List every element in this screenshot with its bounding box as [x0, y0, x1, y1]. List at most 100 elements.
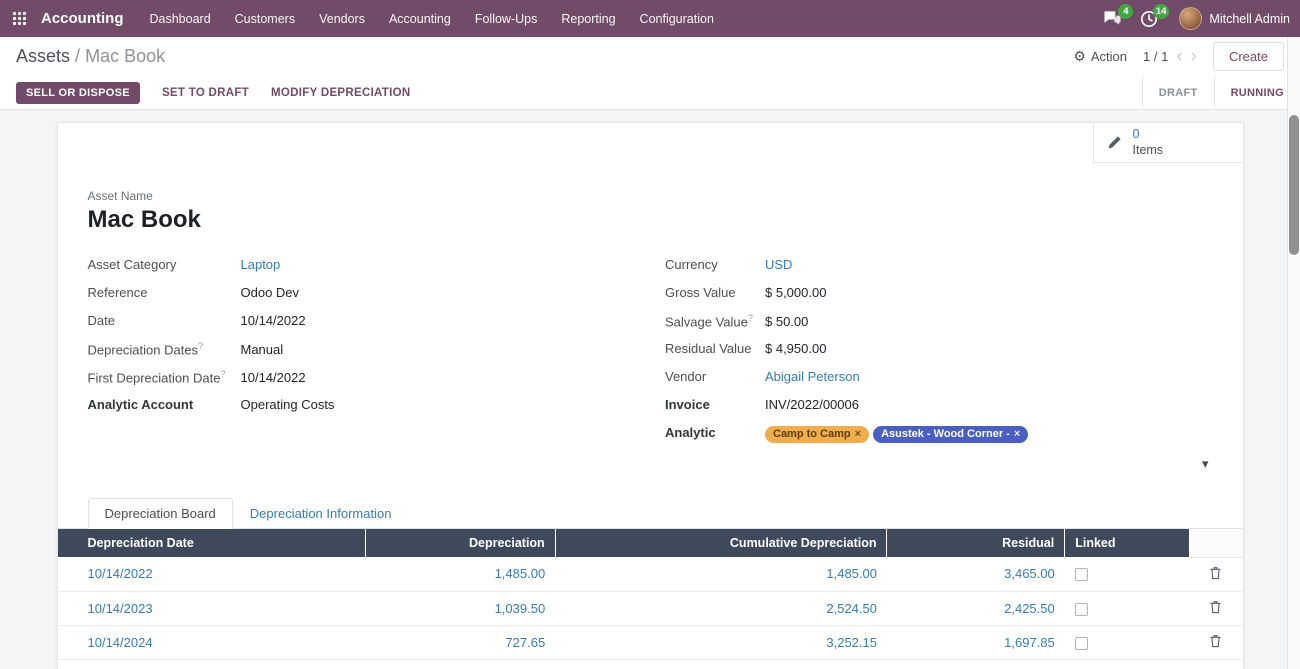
cell-cumulative[interactable]: 1,485.00 [555, 557, 887, 591]
field-first-depreciation-date: First Depreciation Date? 10/14/2022 [88, 368, 651, 396]
help-icon[interactable]: ? [748, 313, 753, 323]
depreciation-dates-label: Depreciation Dates? [88, 340, 241, 359]
button-box: 0 Items [58, 123, 1243, 163]
cell-depreciation[interactable]: 1,485.00 [366, 557, 556, 591]
tab-depreciation-information[interactable]: Depreciation Information [233, 498, 409, 529]
help-icon[interactable]: ? [198, 341, 203, 351]
create-button[interactable]: Create [1213, 42, 1284, 71]
caret-row: ▾ [58, 452, 1243, 472]
col-header-actions [1189, 529, 1242, 557]
topbar-left: Accounting Dashboard Customers Vendors A… [0, 0, 726, 37]
menu-customers[interactable]: Customers [223, 0, 307, 37]
help-icon[interactable]: ? [220, 369, 225, 379]
statusbar-states: DRAFT RUNNING [1142, 76, 1300, 109]
tab-depreciation-board[interactable]: Depreciation Board [88, 498, 233, 529]
cell-cumulative[interactable]: 2,524.50 [555, 591, 887, 625]
asset-category-value[interactable]: Laptop [241, 257, 281, 272]
set-to-draft-button[interactable]: SET TO DRAFT [162, 87, 249, 99]
field-reference: Reference Odoo Dev [88, 284, 651, 312]
cell-depreciation-date[interactable]: 10/14/2024 [58, 625, 366, 659]
invoice-label: Invoice [665, 396, 765, 414]
activities-button[interactable]: 14 [1131, 0, 1167, 37]
cell-depreciation[interactable]: 509.36 [366, 659, 556, 669]
trash-icon[interactable] [1209, 566, 1222, 580]
pencil-icon [1106, 134, 1123, 151]
pager-next-icon[interactable]: › [1191, 47, 1197, 66]
menu-follow-ups[interactable]: Follow-Ups [463, 0, 550, 37]
analytic-tag-camp-to-camp[interactable]: Camp to Camp × [765, 426, 869, 443]
date-value: 10/14/2022 [241, 313, 306, 328]
field-date: Date 10/14/2022 [88, 312, 651, 340]
user-name: Mitchell Admin [1209, 12, 1290, 26]
cell-depreciation-date[interactable]: 10/14/2022 [58, 557, 366, 591]
trash-icon[interactable] [1209, 634, 1222, 648]
content-area: 0 Items Asset Name Mac Book Asset Catego… [0, 110, 1300, 669]
table-row[interactable]: 10/14/2022 1,485.00 1,485.00 3,465.00 [58, 557, 1243, 591]
cell-cumulative[interactable]: 3,252.15 [555, 625, 887, 659]
remove-tag-icon[interactable]: × [855, 427, 861, 442]
table-row[interactable]: 10/14/2023 1,039.50 2,524.50 2,425.50 [58, 591, 1243, 625]
linked-checkbox[interactable] [1075, 603, 1088, 616]
linked-checkbox[interactable] [1075, 568, 1088, 581]
field-depreciation-dates: Depreciation Dates? Manual [88, 340, 651, 368]
col-header-cumulative-depreciation[interactable]: Cumulative Depreciation [555, 529, 887, 557]
table-row[interactable]: 10/14/2025 509.36 3,761.51 1,188.49 [58, 659, 1243, 669]
breadcrumb-separator: / [75, 46, 80, 66]
pager-prev-icon[interactable]: ‹ [1176, 47, 1182, 66]
cell-residual[interactable]: 1,697.85 [887, 625, 1065, 659]
cell-residual[interactable]: 2,425.50 [887, 591, 1065, 625]
analytic-tag-asustek[interactable]: Asustek - Wood Corner - × [873, 426, 1028, 443]
invoice-value: INV/2022/00006 [765, 397, 859, 412]
page-title: Mac Book [88, 206, 1213, 234]
cell-cumulative[interactable]: 3,761.51 [555, 659, 887, 669]
cell-residual[interactable]: 1,188.49 [887, 659, 1065, 669]
apps-menu-button[interactable] [0, 0, 39, 37]
field-currency: Currency USD [665, 256, 1213, 284]
depreciation-table: Depreciation Date Depreciation Cumulativ… [58, 529, 1243, 669]
field-residual-value: Residual Value $ 4,950.00 [665, 340, 1213, 368]
scrollbar-thumb[interactable] [1289, 115, 1299, 255]
col-header-depreciation-date[interactable]: Depreciation Date [58, 529, 366, 557]
reference-value: Odoo Dev [241, 285, 300, 300]
salvage-value-label: Salvage Value? [665, 312, 765, 331]
chevron-down-icon[interactable]: ▾ [1202, 456, 1209, 471]
trash-icon[interactable] [1209, 600, 1222, 614]
cell-residual[interactable]: 3,465.00 [887, 557, 1065, 591]
app-brand[interactable]: Accounting [39, 0, 138, 37]
col-header-linked[interactable]: Linked [1065, 529, 1189, 557]
breadcrumb-assets-link[interactable]: Assets [16, 46, 70, 66]
remove-tag-icon[interactable]: × [1014, 427, 1020, 442]
items-stat-button[interactable]: 0 Items [1093, 123, 1243, 163]
gross-value-value: $ 5,000.00 [765, 285, 826, 300]
currency-value[interactable]: USD [765, 257, 792, 272]
pager: 1 / 1 ‹ › [1143, 47, 1197, 66]
user-menu[interactable]: Mitchell Admin [1167, 7, 1290, 30]
residual-value-value: $ 4,950.00 [765, 341, 826, 356]
modify-depreciation-button[interactable]: MODIFY DEPRECIATION [271, 87, 410, 99]
messages-button[interactable]: 4 [1094, 0, 1131, 37]
control-panel-right: ⚙ Action 1 / 1 ‹ › Create [1073, 42, 1284, 71]
cell-depreciation[interactable]: 727.65 [366, 625, 556, 659]
items-label: Items [1133, 143, 1164, 159]
sell-or-dispose-button[interactable]: SELL OR DISPOSE [16, 82, 140, 104]
cell-depreciation[interactable]: 1,039.50 [366, 591, 556, 625]
col-header-residual[interactable]: Residual [887, 529, 1065, 557]
menu-accounting[interactable]: Accounting [377, 0, 463, 37]
cell-depreciation-date[interactable]: 10/14/2025 [58, 659, 366, 669]
residual-value-label: Residual Value [665, 340, 765, 358]
pager-counter[interactable]: 1 / 1 [1143, 49, 1168, 64]
linked-checkbox[interactable] [1075, 637, 1088, 650]
state-draft[interactable]: DRAFT [1142, 76, 1214, 109]
menu-dashboard[interactable]: Dashboard [138, 0, 223, 37]
col-header-depreciation[interactable]: Depreciation [366, 529, 556, 557]
action-menu-button[interactable]: ⚙ Action [1073, 48, 1127, 65]
menu-configuration[interactable]: Configuration [628, 0, 726, 37]
field-salvage-value: Salvage Value? $ 50.00 [665, 312, 1213, 340]
first-depreciation-date-value: 10/14/2022 [241, 370, 306, 385]
analytic-account-value: Operating Costs [241, 397, 335, 412]
menu-vendors[interactable]: Vendors [307, 0, 377, 37]
cell-depreciation-date[interactable]: 10/14/2023 [58, 591, 366, 625]
table-row[interactable]: 10/14/2024 727.65 3,252.15 1,697.85 [58, 625, 1243, 659]
vendor-value[interactable]: Abigail Peterson [765, 369, 860, 384]
menu-reporting[interactable]: Reporting [549, 0, 627, 37]
